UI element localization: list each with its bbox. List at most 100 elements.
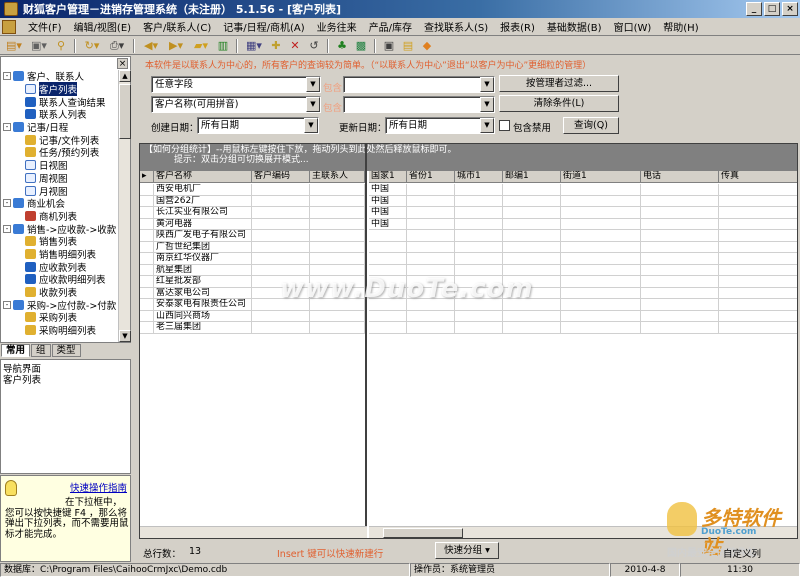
table-row[interactable]: 南京红华仪器厂 [140,253,365,265]
excel-icon[interactable]: ▩ [352,38,370,54]
new-icon[interactable]: ✚ [267,38,285,54]
keyword2-input[interactable]: ▼ [343,96,495,113]
menu-find-contact[interactable]: 查找联系人(S) [418,19,494,34]
row-indicator[interactable] [140,276,154,287]
customer-name-cell[interactable]: 长江实业有限公司 [154,207,252,218]
row-indicator[interactable] [140,299,154,310]
table-cell[interactable] [561,253,641,264]
back-icon[interactable]: ◀▾ [139,38,163,54]
table-cell[interactable] [252,253,310,264]
calendar-icon[interactable]: ♣ [333,38,351,54]
country-cell[interactable] [369,322,407,333]
table-cell[interactable] [719,311,797,322]
table-cell[interactable] [561,207,641,218]
nav-item[interactable]: - 记事/日程 [3,121,118,134]
table-cell[interactable] [719,196,797,207]
col-customer-code[interactable]: 客户编码 [252,171,310,182]
table-cell[interactable] [641,276,719,287]
row-indicator[interactable] [140,230,154,241]
nav-item[interactable]: 联系人查询结果 [3,95,118,109]
table-cell[interactable] [310,253,365,264]
country-cell[interactable] [369,230,407,241]
country-cell[interactable]: 中国 [369,218,407,229]
field2-select[interactable]: 客户名称(可用拼音) ▼ [151,96,321,113]
table-cell[interactable] [252,276,310,287]
quick-guide-link[interactable]: 快速操作指南 [70,480,127,494]
menu-window[interactable]: 窗口(W) [608,19,658,34]
table-row[interactable]: 长江实业有限公司 [140,207,365,219]
table-cell[interactable] [407,310,455,321]
country-cell[interactable] [369,287,407,298]
nav-item[interactable]: 采购列表 [3,311,118,324]
minimize-button[interactable]: _ [746,2,762,16]
country-cell[interactable] [369,276,407,287]
table-cell[interactable] [719,322,797,333]
table-cell[interactable] [407,322,455,333]
updated-date-select[interactable]: 所有日期 ▼ [385,117,495,134]
table-cell[interactable] [561,241,641,252]
nav-item[interactable]: 销售明细列表 [3,248,118,261]
table-cell[interactable] [252,287,310,298]
table-cell[interactable] [719,276,797,287]
table-cell[interactable] [455,195,503,206]
table-cell[interactable] [719,299,797,310]
table-cell[interactable] [641,287,719,298]
table-cell[interactable] [719,242,797,253]
table-cell[interactable] [641,264,719,275]
tab-group[interactable]: 组 [31,344,51,357]
nav-item[interactable]: 月视图 [3,184,118,198]
table-cell[interactable] [641,207,719,218]
col-province[interactable]: 省份1 [407,171,455,182]
note-icon[interactable]: ▥ [214,38,232,54]
col-main-contact[interactable]: 主联系人 [310,171,365,182]
table-cell[interactable] [719,288,797,299]
row-indicator[interactable] [140,218,154,229]
table-cell[interactable] [252,207,310,218]
menu-help[interactable]: 帮助(H) [657,19,704,34]
table-cell[interactable] [503,241,561,252]
table-row[interactable]: 安泰家电有限责任公司 [140,299,365,311]
col-zip[interactable]: 邮编1 [503,171,561,182]
left-hscrollbar[interactable] [140,526,367,538]
table-cell[interactable] [561,264,641,275]
nav-item[interactable]: - 商业机会 [3,197,118,210]
table-row[interactable] [369,299,797,311]
nav-item[interactable]: 商机列表 [3,210,118,223]
row-indicator[interactable] [140,322,154,333]
table-cell[interactable] [561,276,641,287]
table-cell[interactable] [407,276,455,287]
col-phone[interactable]: 电话 [641,171,719,182]
table-cell[interactable] [503,299,561,310]
query-button[interactable]: 查询(Q) [563,117,619,134]
table-row[interactable]: 航星集团 [140,264,365,276]
customer-name-cell[interactable]: 国营262厂 [154,195,252,206]
table-cell[interactable] [407,218,455,229]
col-city[interactable]: 城市1 [455,171,503,182]
nav-item[interactable]: 收款列表 [3,286,118,299]
scroll-down-icon[interactable]: ▼ [119,330,131,342]
table-cell[interactable] [561,322,641,333]
table-row[interactable] [369,264,797,276]
menu-dd-icon[interactable]: ▤▾ [2,38,26,54]
table-row[interactable]: 老三届集团 [140,322,365,334]
table-row[interactable]: 陕西广发电子有限公司 [140,230,365,242]
table-row[interactable]: 中国 [369,218,797,230]
table-cell[interactable] [252,322,310,333]
country-cell[interactable] [369,299,407,310]
table-cell[interactable] [252,299,310,310]
table-cell[interactable] [641,184,719,195]
table-cell[interactable] [719,207,797,218]
row-indicator[interactable] [140,264,154,275]
keyword1-input[interactable]: ▼ [343,76,495,93]
row-indicator[interactable] [140,310,154,321]
table-cell[interactable] [455,322,503,333]
table-cell[interactable] [561,195,641,206]
include-disabled-checkbox[interactable] [499,120,510,131]
table-cell[interactable] [503,207,561,218]
search-icon[interactable]: ⚲ [52,38,70,54]
nav-item[interactable]: 应收款明细列表 [3,273,118,286]
customer-name-cell[interactable]: 山西同兴商场 [154,310,252,321]
table-row[interactable]: 富达家电公司 [140,287,365,299]
table-cell[interactable] [641,310,719,321]
table-cell[interactable] [641,299,719,310]
